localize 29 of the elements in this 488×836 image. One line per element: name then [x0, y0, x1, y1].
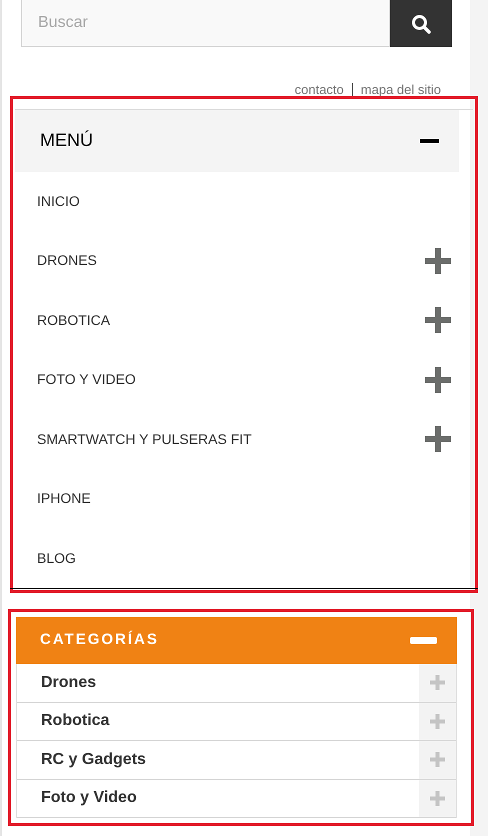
collapse-icon: [410, 637, 437, 644]
plus-icon: [430, 752, 445, 768]
category-item[interactable]: RC y Gadgets: [17, 741, 419, 778]
expand-button[interactable]: [419, 780, 456, 817]
plus-icon: [430, 714, 445, 729]
sitemap-link[interactable]: mapa del sitio: [360, 80, 441, 100]
menu-item[interactable]: ROBOTICA: [37, 310, 110, 331]
menu-item[interactable]: IPHONE: [37, 488, 91, 510]
categories-title: CATEGORÍAS: [40, 630, 159, 650]
expand-button[interactable]: [419, 741, 456, 778]
plus-icon: [430, 675, 445, 690]
menu-title: MENÚ: [40, 129, 93, 152]
category-item[interactable]: Drones: [17, 664, 419, 702]
search-button[interactable]: [390, 0, 452, 47]
expand-button[interactable]: [419, 702, 456, 740]
menu-item[interactable]: SMARTWATCH Y PULSERAS FIT: [37, 428, 252, 450]
category-item[interactable]: Foto y Video: [17, 780, 419, 817]
category-item[interactable]: Robotica: [17, 702, 419, 740]
menu-header[interactable]: MENÚ: [15, 110, 459, 172]
search-icon: [411, 14, 431, 34]
plus-icon: [430, 790, 445, 806]
expand-button[interactable]: [419, 664, 456, 702]
search-field[interactable]: Buscar: [21, 0, 390, 47]
menu-item[interactable]: INICIO: [37, 190, 80, 212]
collapse-icon: [420, 138, 439, 143]
menu-item[interactable]: BLOG: [37, 548, 76, 569]
menu-item[interactable]: FOTO Y VIDEO: [37, 369, 136, 390]
contact-link[interactable]: contacto: [294, 80, 344, 100]
menu-item[interactable]: DRONES: [37, 250, 97, 272]
